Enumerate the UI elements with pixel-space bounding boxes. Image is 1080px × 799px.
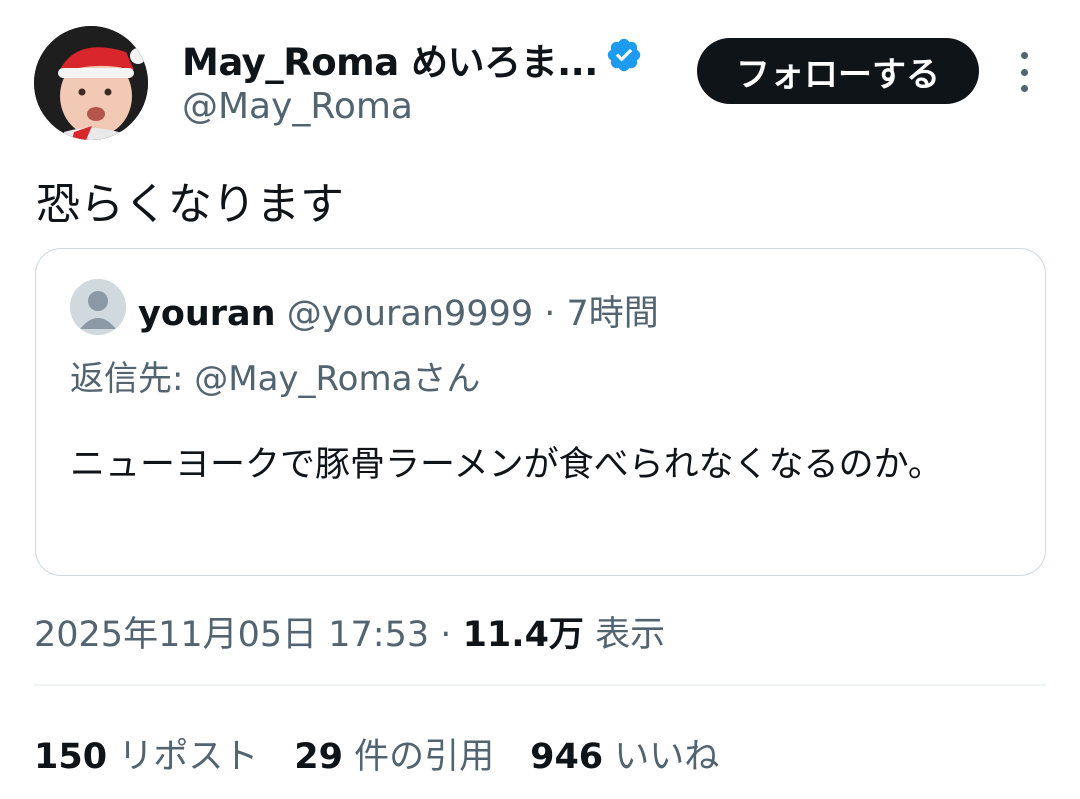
quotes-label: 件の引用 (354, 737, 495, 777)
more-dot (1020, 68, 1028, 76)
quoted-reply-to: 返信先: @May_Romaさん (70, 359, 481, 399)
quotes-count: 29 (294, 737, 343, 777)
quotes-stat[interactable]: 29 件の引用 (294, 728, 494, 779)
timestamp-row: 2025年11月05日 17:53 · 11.4万 表示 (34, 606, 665, 657)
likes-label: いいね (614, 737, 720, 777)
views-label: 表示 (595, 615, 666, 655)
follow-button[interactable]: フォローする (697, 38, 979, 104)
author-handle[interactable]: @May_Roma (182, 86, 413, 127)
baby-avatar-image (34, 26, 148, 140)
more-dot (1020, 52, 1028, 59)
more-dot (1020, 85, 1028, 92)
tweet-text: 恐らくなります (36, 179, 344, 230)
quoted-author-avatar[interactable] (70, 279, 126, 335)
reposts-count: 150 (34, 737, 108, 777)
quoted-tweet-card[interactable]: youran @youran9999 · 7時間 返信先: @May_Romaさ… (35, 248, 1046, 576)
reposts-label: リポスト (118, 737, 259, 777)
default-profile-icon (70, 279, 126, 335)
author-display-name[interactable]: May_Roma めいろま... (182, 32, 598, 86)
tweet-datetime[interactable]: 2025年11月05日 17:53 (34, 615, 429, 655)
verified-badge-icon[interactable] (605, 36, 643, 74)
dot-separator: · (440, 615, 452, 655)
likes-count: 946 (530, 737, 604, 777)
divider (34, 684, 1046, 686)
quoted-author-name[interactable]: youran (138, 294, 276, 334)
quoted-tweet-text: ニューヨークで豚骨ラーメンが食べられなくなるのか。 (70, 445, 943, 485)
more-options-icon[interactable] (1012, 52, 1036, 92)
quoted-handle-time: @youran9999 · 7時間 (286, 294, 659, 334)
views-count: 11.4万 (462, 615, 584, 655)
author-avatar[interactable] (34, 26, 148, 140)
reposts-stat[interactable]: 150 リポスト (34, 728, 258, 779)
engagement-stats: 150 リポスト 29 件の引用 946 いいね (34, 728, 719, 779)
likes-stat[interactable]: 946 いいね (530, 728, 719, 779)
quoted-header: youran @youran9999 · 7時間 (138, 285, 659, 336)
